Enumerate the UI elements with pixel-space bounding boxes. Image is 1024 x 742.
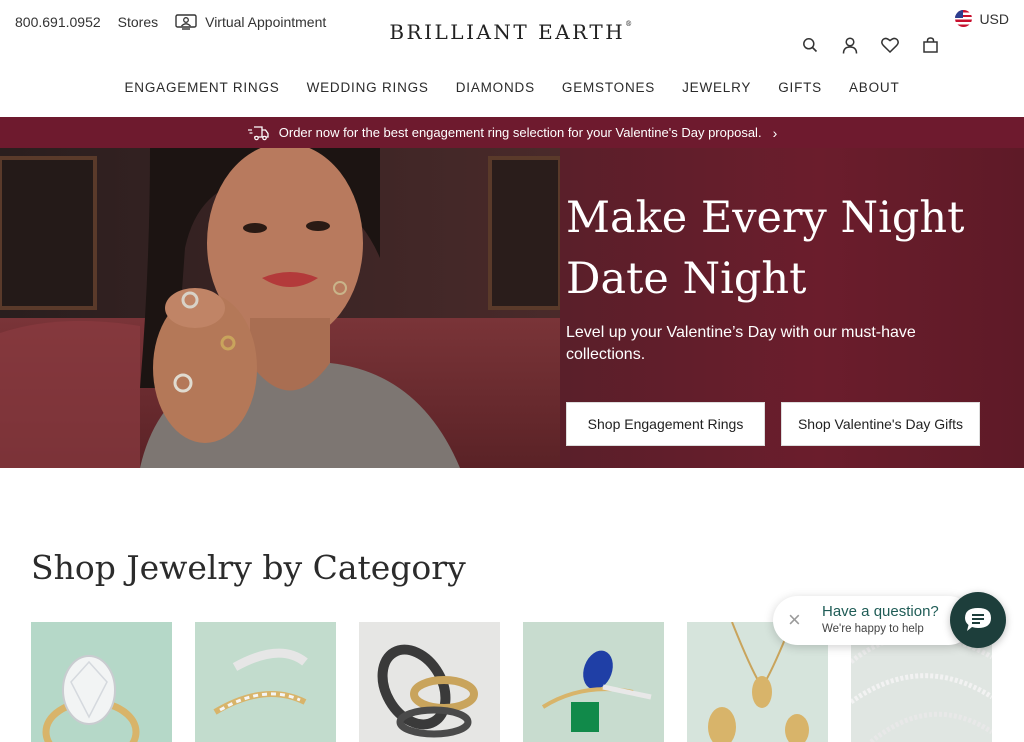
- category-section-title: Shop Jewelry by Category: [31, 548, 466, 587]
- hero-subtitle: Level up your Valentine’s Day with our m…: [566, 324, 916, 363]
- chevron-right-icon: ›: [772, 124, 778, 141]
- nav-item-engagement-rings[interactable]: ENGAGEMENT RINGS: [125, 80, 280, 95]
- header-icons: [779, 36, 939, 54]
- chat-question: Have a question?: [822, 603, 939, 620]
- nav-item-wedding-rings[interactable]: WEDDING RINGS: [307, 80, 429, 95]
- hero-title: Make Every Night Date Night: [566, 188, 996, 310]
- delivery-truck-icon: [247, 125, 269, 140]
- main-nav: ENGAGEMENT RINGS WEDDING RINGS DIAMONDS …: [0, 80, 1024, 95]
- hero-banner: Make Every Night Date Night Level up you…: [0, 148, 1024, 468]
- us-flag-icon: [955, 10, 973, 27]
- category-tile-mens-rings[interactable]: [359, 622, 500, 742]
- shop-engagement-rings-button[interactable]: Shop Engagement Rings: [566, 402, 765, 446]
- close-icon[interactable]: ×: [788, 609, 801, 631]
- category-tile-wedding-rings[interactable]: [195, 622, 336, 742]
- currency-selector[interactable]: USD: [955, 10, 1009, 27]
- nav-item-gifts[interactable]: GIFTS: [778, 80, 822, 95]
- promo-banner[interactable]: Order now for the best engagement ring s…: [0, 117, 1024, 148]
- chat-prompt[interactable]: × Have a question? We're happy to help: [773, 596, 973, 645]
- hero-title-line1: Make Every Night: [566, 193, 965, 243]
- heart-icon[interactable]: [881, 36, 899, 54]
- nav-item-about[interactable]: ABOUT: [849, 80, 900, 95]
- chat-help-text: We're happy to help: [822, 623, 924, 635]
- chat-button[interactable]: [950, 592, 1006, 648]
- registered-mark: ®: [625, 20, 635, 28]
- chat-bubble-icon: [965, 608, 991, 631]
- hero-buttons: Shop Engagement Rings Shop Valentine's D…: [566, 402, 996, 446]
- search-icon[interactable]: [801, 36, 819, 54]
- nav-item-diamonds[interactable]: DIAMONDS: [456, 80, 535, 95]
- utility-bar: 800.691.0952 Stores Virtual Appointment …: [0, 0, 1024, 54]
- nav-item-gemstones[interactable]: GEMSTONES: [562, 80, 655, 95]
- category-tile-gemstone-rings[interactable]: [523, 622, 664, 742]
- currency-label: USD: [979, 10, 1009, 27]
- nav-item-jewelry[interactable]: JEWELRY: [682, 80, 751, 95]
- category-tile-engagement-rings[interactable]: [31, 622, 172, 742]
- account-icon[interactable]: [841, 36, 859, 54]
- hero-title-line2: Date Night: [566, 254, 807, 304]
- bag-icon[interactable]: [921, 36, 939, 54]
- hero-text: Make Every Night Date Night Level up you…: [566, 188, 996, 446]
- promo-text: Order now for the best engagement ring s…: [278, 125, 762, 140]
- logo-text: BRILLIANT EARTH: [389, 20, 626, 44]
- shop-valentines-gifts-button[interactable]: Shop Valentine's Day Gifts: [781, 402, 980, 446]
- hero-image: [0, 148, 560, 468]
